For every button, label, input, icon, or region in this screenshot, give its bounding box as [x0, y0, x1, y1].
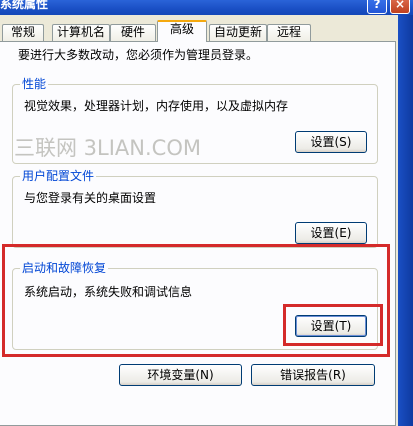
performance-description: 视觉效果，处理器计划，内存使用，以及虚拟内存	[24, 99, 289, 113]
background-strip	[398, 15, 413, 426]
watermark: 三联网 3LIAN.COM	[14, 136, 201, 160]
tab-remote[interactable]: 远程	[267, 24, 311, 41]
performance-settings-button[interactable]: 设置(S)	[295, 131, 367, 153]
tab-hardware[interactable]: 硬件	[110, 24, 156, 41]
help-button[interactable]: ?	[367, 0, 387, 14]
startup-recovery-group-title: 启动和故障恢复	[20, 261, 109, 275]
performance-group-title: 性能	[20, 77, 49, 91]
tab-advanced[interactable]: 高级	[157, 20, 207, 42]
title-bar: 系统属性 ? ×	[0, 0, 413, 15]
error-reporting-button[interactable]: 错误报告(R)	[251, 364, 375, 386]
window-title: 系统属性	[0, 0, 49, 11]
close-button[interactable]: ×	[390, 0, 410, 14]
user-profiles-group-title: 用户配置文件	[20, 169, 97, 183]
environment-variables-button[interactable]: 环境变量(N)	[119, 364, 242, 386]
tab-automatic-updates[interactable]: 自动更新	[209, 24, 267, 41]
startup-recovery-group	[12, 268, 378, 350]
intro-text: 要进行大多数改动，您必须作为管理员登录。	[18, 48, 259, 62]
startup-recovery-description: 系统启动，系统失败和调试信息	[24, 285, 193, 299]
startup-recovery-settings-button[interactable]: 设置(T)	[295, 315, 367, 337]
user-profiles-settings-button[interactable]: 设置(E)	[295, 222, 367, 244]
close-icon: ×	[394, 0, 406, 11]
user-profiles-description: 与您登录有关的桌面设置	[24, 191, 157, 205]
tab-general[interactable]: 常规	[2, 24, 44, 41]
tab-computer-name[interactable]: 计算机名	[52, 24, 110, 41]
question-icon: ?	[373, 0, 381, 11]
